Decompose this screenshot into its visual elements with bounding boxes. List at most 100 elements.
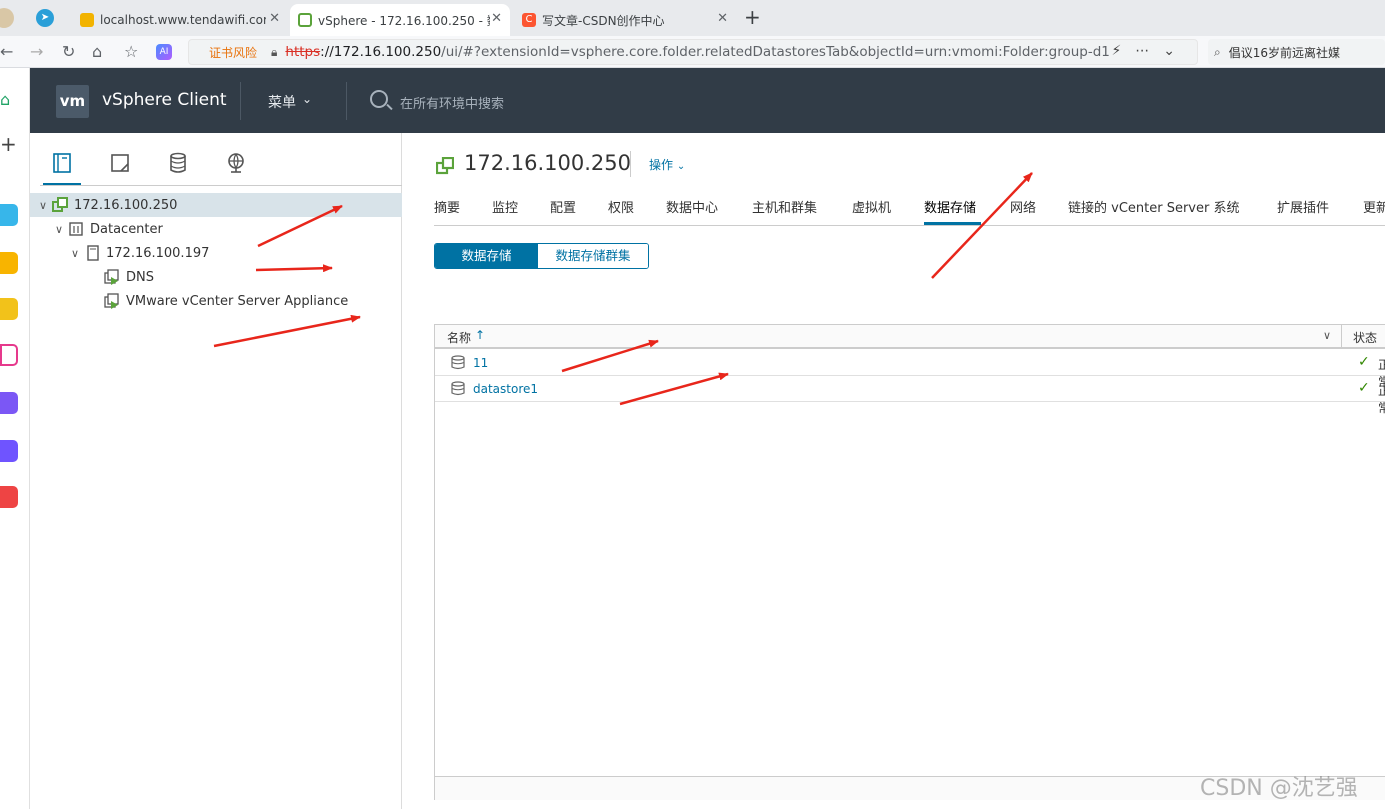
sidebar-game-icon[interactable]	[0, 486, 18, 508]
header-divider	[240, 82, 241, 120]
sidebar-assistant-icon[interactable]	[0, 440, 18, 462]
browser-tab[interactable]: C 写文章-CSDN创作中心 ✕	[514, 4, 736, 36]
app-title[interactable]: vSphere Client	[102, 90, 227, 110]
sidebar-chatbot-icon[interactable]	[0, 298, 18, 320]
url-protocol: https	[285, 44, 321, 60]
datacenter-icon	[69, 222, 83, 236]
chevron-down-icon[interactable]: ∨	[70, 247, 80, 260]
inventory-panel: ∨ 172.16.100.250 ∨ Datacenter ∨ 172.16.1…	[30, 133, 402, 809]
actions-label: 操作	[649, 158, 674, 172]
tree-item-label: VMware vCenter Server Appliance	[126, 293, 349, 309]
table-row[interactable]: datastore1 ✓ 正常	[435, 376, 1385, 415]
tab-active-indicator	[924, 222, 981, 225]
chevron-down-icon[interactable]: ∨	[38, 199, 48, 212]
sidebar-ai-writer-icon[interactable]	[0, 392, 18, 414]
site-favicon-icon	[80, 13, 94, 27]
grid-header: 名称 ↑ ∨ 状态	[435, 325, 1385, 349]
column-menu-chevron-icon[interactable]: ∨	[1323, 329, 1331, 342]
back-arrow-icon[interactable]: ←	[0, 42, 13, 61]
tree-item-datacenter[interactable]: ∨ Datacenter	[30, 217, 402, 241]
datastore-icon	[451, 381, 465, 396]
sort-ascending-icon[interactable]: ↑	[475, 328, 485, 342]
watermark: CSDN @沈艺强	[1200, 776, 1358, 801]
sidebar-ai-icon[interactable]	[0, 344, 18, 366]
new-tab-plus-icon[interactable]: +	[744, 5, 761, 29]
tree-item-label: Datacenter	[90, 221, 163, 237]
column-header-status[interactable]: 状态	[1353, 329, 1377, 346]
ai-assistant-icon[interactable]: AI	[156, 44, 172, 60]
segment-datastore-clusters[interactable]: 数据存储群集	[538, 244, 648, 268]
forward-arrow-icon[interactable]: →	[30, 42, 43, 61]
storage-icon[interactable]	[166, 151, 190, 175]
tab-datastores[interactable]: 数据存储	[924, 197, 976, 216]
object-title: 172.16.100.250	[464, 151, 631, 175]
column-header-name[interactable]: 名称	[447, 329, 471, 346]
networking-icon[interactable]	[224, 151, 248, 175]
tree-item-label: DNS	[126, 269, 154, 285]
tab-permissions[interactable]: 权限	[608, 197, 634, 216]
telegram-icon[interactable]: ➤	[36, 9, 54, 27]
url-host: ://172.16.100.250	[320, 44, 442, 60]
table-row[interactable]: 11 ✓ 正常	[435, 350, 1385, 389]
tab-datacenters[interactable]: 数据中心	[666, 197, 718, 216]
sidebar-add-icon[interactable]: +	[0, 132, 17, 156]
tab-configure[interactable]: 配置	[550, 197, 576, 216]
tree-item-vcenter[interactable]: ∨ 172.16.100.250	[30, 193, 402, 217]
browser-sidebar: ⌂ +	[0, 68, 30, 809]
browser-tab[interactable]: localhost.www.tendawifi.com ✕	[72, 4, 288, 36]
search-icon[interactable]	[370, 90, 388, 108]
datastore-name-link[interactable]: 11	[473, 356, 488, 370]
tab-extensions[interactable]: 扩展插件	[1277, 197, 1329, 216]
global-search-input[interactable]: 在所有环境中搜索	[400, 93, 504, 112]
browser-tab-active[interactable]: vSphere - 172.16.100.250 - 数据存储 ✕	[290, 4, 510, 36]
chevron-down-icon[interactable]: ∨	[54, 223, 64, 236]
datastore-icon	[451, 355, 465, 370]
profile-avatar[interactable]	[0, 8, 14, 28]
tree-item-host[interactable]: ∨ 172.16.100.197	[30, 241, 402, 265]
tab-networks[interactable]: 网络	[1010, 197, 1036, 216]
search-icon: ⌕	[1214, 44, 1221, 59]
tab-summary[interactable]: 摘要	[434, 197, 460, 216]
search-suggestion: 倡议16岁前远离社媒	[1228, 45, 1341, 60]
actions-menu[interactable]: 操作 ⌄	[649, 156, 685, 173]
insecure-lock-icon[interactable]: 🔒︎	[271, 45, 277, 60]
vmware-logo[interactable]: vm	[56, 85, 89, 118]
csdn-favicon-icon: C	[522, 13, 536, 27]
tab-hosts-clusters[interactable]: 主机和群集	[752, 197, 817, 216]
tree-item-vm[interactable]: VMware vCenter Server Appliance	[30, 289, 402, 313]
sidebar-favorites-icon[interactable]	[0, 252, 18, 274]
vsphere-header: vm vSphere Client 菜单 ⌄ 在所有环境中搜索	[30, 68, 1385, 133]
tab-vms[interactable]: 虚拟机	[852, 197, 891, 216]
menu-button[interactable]: 菜单	[268, 92, 296, 112]
datastore-grid: 名称 ↑ ∨ 状态 11 ✓ 正常 datastore1 ✓ 正常	[434, 324, 1385, 800]
tree-item-label: 172.16.100.197	[106, 245, 210, 261]
host-server-icon	[87, 245, 99, 261]
certificate-warning[interactable]: 证书风险	[209, 44, 257, 61]
vm-powered-on-icon	[104, 293, 119, 309]
address-tools[interactable]: ⚡⋯⌄	[1111, 43, 1189, 59]
favorites-star-icon[interactable]: ☆	[124, 42, 138, 61]
vms-templates-icon[interactable]	[108, 151, 132, 175]
browser-search-box[interactable]: ⌕ 倡议16岁前远离社媒	[1208, 39, 1385, 65]
home-icon[interactable]: ⌂	[92, 42, 102, 61]
hosts-clusters-icon[interactable]	[50, 151, 74, 175]
url-bar[interactable]: 证书风险 🔒︎ https ://172.16.100.250 /ui/#?ex…	[188, 39, 1198, 65]
status-text: 正常	[1378, 384, 1385, 415]
tree-item-label: 172.16.100.250	[74, 197, 178, 213]
sidebar-translate-icon[interactable]	[0, 204, 18, 226]
tab-monitor[interactable]: 监控	[492, 197, 518, 216]
column-divider[interactable]	[1341, 325, 1342, 349]
datastore-name-link[interactable]: datastore1	[473, 382, 538, 396]
sidebar-home-icon[interactable]: ⌂	[0, 90, 10, 109]
address-toolbar: ← → ↻ ⌂ ☆ AI 证书风险 🔒︎ https ://172.16.100…	[0, 36, 1385, 68]
close-tab-icon[interactable]: ✕	[269, 11, 280, 26]
segment-datastores[interactable]: 数据存储	[435, 244, 538, 268]
reload-icon[interactable]: ↻	[62, 42, 75, 61]
close-tab-icon[interactable]: ✕	[717, 11, 728, 26]
chevron-down-icon[interactable]: ⌄	[302, 92, 312, 106]
tab-updates[interactable]: 更新	[1363, 197, 1385, 216]
tree-item-vm[interactable]: DNS	[30, 265, 402, 289]
close-tab-icon[interactable]: ✕	[491, 11, 502, 26]
tab-linked-vcenter[interactable]: 链接的 vCenter Server 系统	[1068, 197, 1239, 216]
header-divider	[346, 82, 347, 120]
